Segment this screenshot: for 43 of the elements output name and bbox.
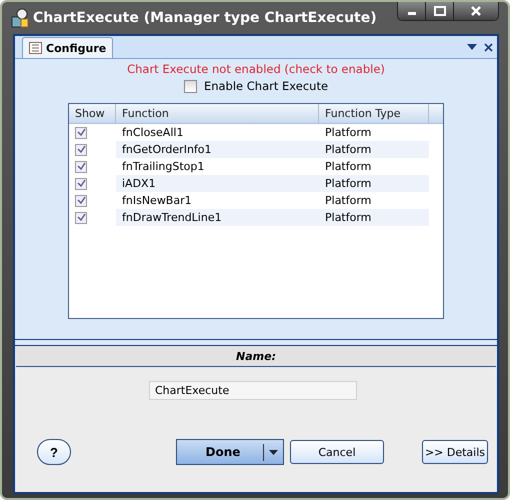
done-button[interactable]: Done: [176, 439, 284, 465]
close-button[interactable]: [454, 2, 498, 20]
help-button[interactable]: ?: [37, 439, 71, 465]
show-checkbox[interactable]: [75, 212, 87, 224]
app-icon: [11, 8, 29, 28]
details-button[interactable]: >> Details: [422, 440, 488, 464]
table-cell: fnDrawTrendLine1: [116, 209, 319, 226]
table-cell: iADX1: [116, 175, 319, 192]
table-cell-text: fnCloseAll1: [121, 125, 184, 141]
dropdown-icon[interactable]: [467, 44, 477, 50]
maximize-icon: [434, 6, 446, 16]
table-cell: Platform: [319, 175, 429, 192]
close-icon: [470, 6, 482, 16]
column-header[interactable]: Function: [116, 104, 319, 123]
maximize-button[interactable]: [426, 2, 454, 20]
column-header[interactable]: Function Type: [319, 104, 429, 123]
table-cell: Platform: [319, 141, 429, 158]
form-icon: [29, 42, 42, 54]
table-cell-text: Platform: [324, 193, 372, 209]
enable-checkbox[interactable]: [184, 80, 197, 92]
checkbox-label: Enable Chart Execute: [204, 79, 328, 93]
name-field[interactable]: ChartExecute: [149, 381, 357, 400]
dropdown-icon[interactable]: [269, 450, 278, 454]
table-cell-text: Platform: [324, 159, 372, 175]
splitter-handle[interactable]: [15, 339, 497, 346]
table-cell-text: Platform: [324, 125, 372, 141]
table-cell: Platform: [319, 209, 429, 226]
table-cell-text: fnTrailingStop1: [121, 159, 206, 175]
close-icon[interactable]: [484, 42, 493, 52]
column-header[interactable]: Show: [69, 104, 116, 123]
warning-text: Chart Execute not enabled (check to enable): [127, 62, 385, 76]
cancel-button[interactable]: Cancel: [290, 440, 384, 464]
window-title: ChartExecute (Manager type ChartExecute): [33, 10, 378, 26]
table-cell: fnGetOrderInfo1: [116, 141, 319, 158]
table-cell-text: fnIsNewBar1: [121, 193, 193, 209]
show-checkbox[interactable]: [75, 144, 87, 156]
configure-tab[interactable]: Configure: [22, 37, 114, 58]
show-checkbox[interactable]: [75, 194, 87, 206]
minimize-button[interactable]: [398, 2, 426, 20]
show-checkbox[interactable]: [75, 126, 87, 138]
show-checkbox[interactable]: [75, 160, 87, 172]
show-checkbox[interactable]: [75, 178, 87, 190]
section-heading: Name:: [16, 346, 496, 367]
